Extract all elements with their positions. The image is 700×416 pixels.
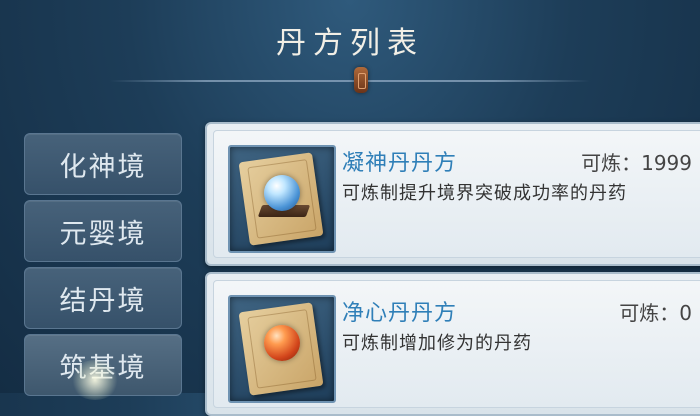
- recipe-description: 可炼制增加修为的丹药: [342, 333, 532, 354]
- recipe-card[interactable]: 凝神丹丹方 可炼：1999 可炼制提升境界突破成功率的丹药: [205, 122, 700, 266]
- recipe-name: 凝神丹丹方: [342, 151, 458, 176]
- title-divider: [110, 80, 590, 82]
- glow-icon: [70, 360, 120, 400]
- tab-jiedan[interactable]: 结丹境: [24, 267, 182, 329]
- recipe-icon-frame: [228, 295, 336, 403]
- count-label: 可炼：: [581, 151, 642, 175]
- recipe-icon-frame: [228, 145, 336, 253]
- tab-label: 元婴境: [59, 218, 147, 250]
- recipe-count: 可炼：0: [619, 297, 692, 326]
- tab-label: 化神境: [59, 151, 147, 183]
- count-value: 1999: [641, 151, 692, 175]
- recipe-description: 可炼制提升境界突破成功率的丹药: [342, 183, 627, 204]
- card-inner: 净心丹丹方 可炼：0 可炼制增加修为的丹药: [213, 280, 700, 408]
- emblem-icon: [354, 67, 368, 93]
- recipe-count: 可炼：1999: [581, 147, 692, 176]
- red-orb-icon: [264, 325, 300, 361]
- card-inner: 凝神丹丹方 可炼：1999 可炼制提升境界突破成功率的丹药: [213, 130, 700, 258]
- recipe-name: 净心丹丹方: [342, 301, 458, 326]
- tab-yuanying[interactable]: 元婴境: [24, 200, 182, 262]
- recipe-card[interactable]: 净心丹丹方 可炼：0 可炼制增加修为的丹药: [205, 272, 700, 416]
- count-label: 可炼：: [619, 301, 680, 325]
- blue-orb-icon: [264, 175, 300, 211]
- count-value: 0: [679, 301, 692, 325]
- page-title: 丹方列表: [276, 26, 424, 61]
- tab-label: 结丹境: [59, 285, 147, 317]
- tab-huashen[interactable]: 化神境: [24, 133, 182, 195]
